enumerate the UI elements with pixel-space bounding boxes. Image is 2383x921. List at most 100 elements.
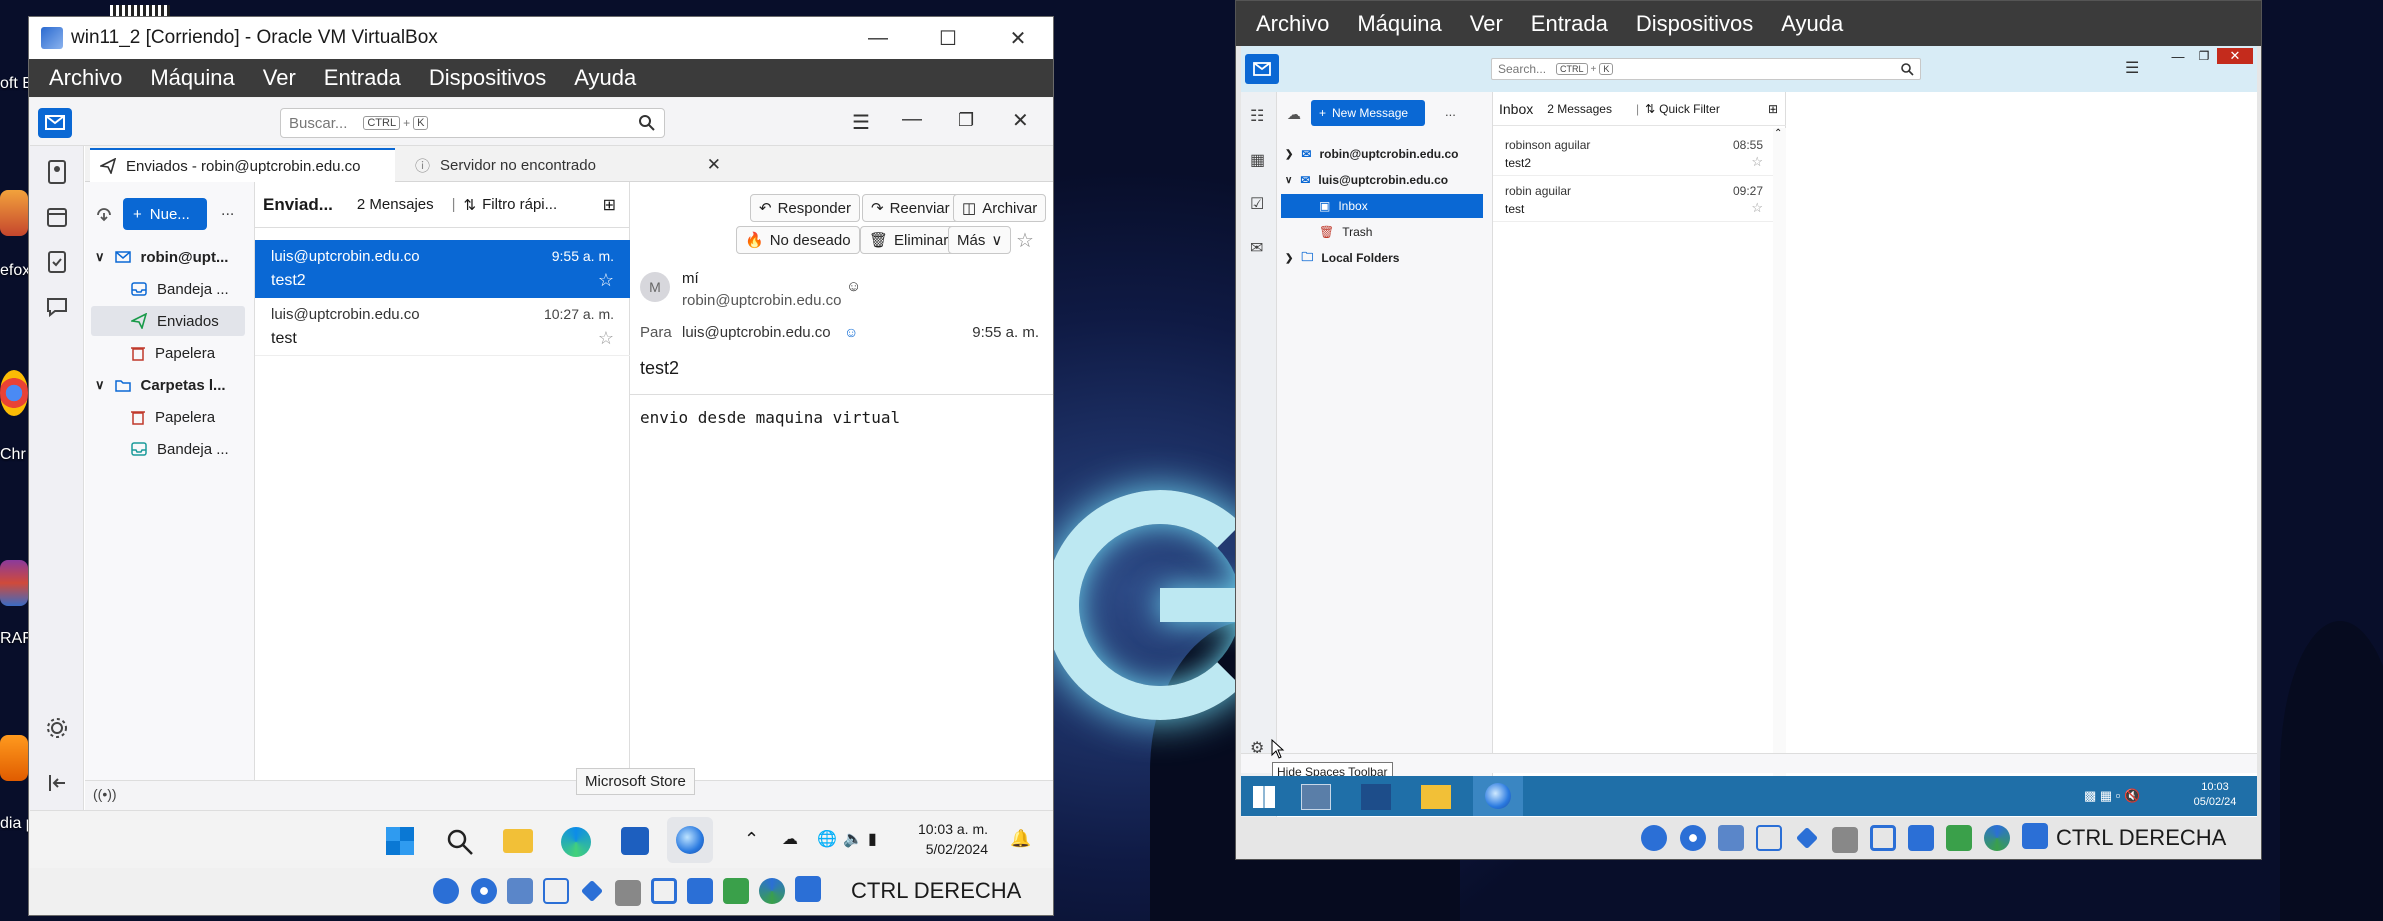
menu-archivo[interactable]: Archivo: [35, 65, 136, 91]
folder-local-trash[interactable]: Papelera: [85, 402, 255, 432]
menu-ver[interactable]: Ver: [1456, 11, 1517, 37]
folder-local-inbox[interactable]: Bandeja ...: [85, 434, 255, 464]
get-messages-icon[interactable]: ☁: [1287, 106, 1301, 123]
file-explorer-icon[interactable]: [1421, 785, 1451, 809]
calendar-icon[interactable]: [43, 203, 71, 231]
star-icon[interactable]: ☆: [1751, 154, 1763, 170]
scrollbar[interactable]: ⌃ ⌄: [1773, 128, 1786, 798]
menu-archivo[interactable]: Archivo: [1242, 11, 1343, 37]
thunderbird-taskbar-button[interactable]: [667, 817, 713, 863]
star-icon[interactable]: ☆: [1751, 200, 1763, 216]
to-email[interactable]: luis@uptcrobin.edu.co: [682, 324, 831, 341]
new-message-button[interactable]: + Nue...: [123, 198, 207, 230]
quick-filter-button[interactable]: Filtro rápi...: [482, 196, 557, 213]
folder-local[interactable]: ❯ 🗀 Local Folders: [1277, 246, 1493, 270]
settings-gear-icon[interactable]: [43, 714, 71, 742]
folder-account-robin[interactable]: ❯ ✉ robin@uptcrobin.edu.co: [1277, 142, 1493, 166]
folder-account-robin[interactable]: ∨ robin@upt...: [85, 242, 255, 272]
firefox-icon[interactable]: [0, 190, 28, 236]
network-icon[interactable]: [543, 878, 569, 904]
folder-pane-more[interactable]: ...: [221, 202, 234, 220]
notifications-bell-icon[interactable]: 🔔: [1010, 829, 1031, 849]
message-row[interactable]: robinson aguilar 08:55 test2 ☆: [1493, 132, 1773, 176]
chat-icon[interactable]: ✉: [1250, 238, 1263, 258]
menu-entrada[interactable]: Entrada: [310, 65, 415, 91]
optical-drive-icon[interactable]: [1680, 825, 1706, 851]
hdd-status-icon[interactable]: [433, 878, 459, 904]
menu-maquina[interactable]: Máquina: [1343, 11, 1455, 37]
edge-icon[interactable]: [561, 827, 591, 857]
search-input[interactable]: Search... CTRL + K: [1491, 58, 1921, 80]
folder-local[interactable]: ∨ Carpetas l...: [85, 370, 255, 400]
scroll-up-icon[interactable]: ⌃: [1774, 128, 1782, 139]
list-options-icon[interactable]: ⊞: [1768, 102, 1778, 116]
clock[interactable]: 10:03 a. m. 5/02/2024: [908, 821, 988, 857]
windows-start-icon[interactable]: [1253, 786, 1275, 808]
menu-ayuda[interactable]: Ayuda: [1767, 11, 1857, 37]
new-message-button[interactable]: + New Message: [1311, 100, 1425, 126]
keyboard-capture-icon[interactable]: [2022, 823, 2048, 849]
recording-icon[interactable]: [1908, 825, 1934, 851]
get-messages-icon[interactable]: [95, 205, 113, 223]
calendar-icon[interactable]: ▦: [1250, 150, 1265, 170]
volume-icon[interactable]: 🔈: [843, 829, 863, 849]
usb-icon[interactable]: [1795, 826, 1819, 850]
keyboard-capture-icon[interactable]: [795, 876, 821, 902]
hdd-status-icon[interactable]: [1641, 825, 1667, 851]
tab-close-icon[interactable]: ✕: [707, 155, 721, 175]
chevron-up-icon[interactable]: ⌃: [744, 829, 759, 850]
network-off-icon[interactable]: ☁: [782, 829, 798, 849]
folder-inbox[interactable]: ▣ Inbox: [1281, 194, 1483, 218]
tray-icons[interactable]: ▩ ▦ ▫ 🔇: [2084, 788, 2140, 804]
junk-button[interactable]: 🔥 No deseado: [736, 226, 860, 254]
address-book-icon[interactable]: ☷: [1250, 106, 1264, 126]
mouse-integration-icon[interactable]: [1984, 825, 2010, 851]
tb-restore-button[interactable]: ❐: [2191, 49, 2217, 63]
tb-minimize-button[interactable]: —: [902, 108, 922, 131]
message-row[interactable]: luis@uptcrobin.edu.co 10:27 a. m. test ☆: [255, 298, 630, 356]
tb-close-button[interactable]: ✕: [2217, 48, 2253, 64]
microsoft-store-icon[interactable]: [621, 827, 649, 855]
recording-icon[interactable]: [687, 878, 713, 904]
online-status-icon[interactable]: ((•)): [93, 786, 117, 802]
message-row-selected[interactable]: luis@uptcrobin.edu.co 9:55 a. m. test2 ☆: [255, 240, 630, 298]
menu-ver[interactable]: Ver: [249, 65, 310, 91]
server-manager-icon[interactable]: [1301, 784, 1331, 810]
forward-button[interactable]: ↷ Reenviar: [862, 194, 959, 222]
tb-close-button[interactable]: ✕: [1012, 108, 1029, 133]
folder-sent[interactable]: Enviados: [91, 306, 245, 336]
optical-drive-icon[interactable]: [471, 878, 497, 904]
folder-trash[interactable]: 🗑 Trash: [1277, 220, 1493, 244]
cpu-icon[interactable]: [1946, 825, 1972, 851]
shared-folders-icon[interactable]: [1832, 827, 1858, 853]
quick-filter-button[interactable]: Quick Filter: [1659, 102, 1720, 116]
language-icon[interactable]: 🌐: [817, 829, 837, 849]
app-menu-icon[interactable]: ☰: [2125, 58, 2139, 78]
star-icon[interactable]: ☆: [1016, 228, 1034, 253]
star-icon[interactable]: ☆: [598, 270, 614, 291]
address-book-icon[interactable]: [43, 158, 71, 186]
search-input[interactable]: Buscar... CTRL + K: [280, 108, 665, 138]
menu-entrada[interactable]: Entrada: [1517, 11, 1622, 37]
file-explorer-icon[interactable]: [503, 829, 533, 853]
maximize-button[interactable]: ☐: [913, 26, 983, 51]
folder-inbox[interactable]: Bandeja ...: [85, 274, 255, 304]
usb-icon[interactable]: [580, 879, 604, 903]
tasks-icon[interactable]: [43, 248, 71, 276]
tb-minimize-button[interactable]: —: [2165, 49, 2191, 64]
mail-space-button[interactable]: [38, 108, 72, 138]
menu-dispositivos[interactable]: Dispositivos: [415, 65, 560, 91]
contact-icon[interactable]: ☺: [844, 324, 858, 340]
chat-icon[interactable]: [43, 293, 71, 321]
winrar-icon[interactable]: [0, 560, 28, 606]
menu-ayuda[interactable]: Ayuda: [560, 65, 650, 91]
cpu-icon[interactable]: [723, 878, 749, 904]
message-row[interactable]: robin aguilar 09:27 test ☆: [1493, 178, 1773, 222]
minimize-button[interactable]: —: [843, 27, 913, 50]
windows-start-icon[interactable]: [386, 827, 414, 855]
mail-space-button[interactable]: [1245, 54, 1279, 84]
folder-trash[interactable]: Papelera: [85, 338, 255, 368]
powershell-icon[interactable]: [1361, 784, 1391, 810]
tasks-icon[interactable]: ☑: [1250, 194, 1264, 214]
shared-folders-icon[interactable]: [615, 880, 641, 906]
